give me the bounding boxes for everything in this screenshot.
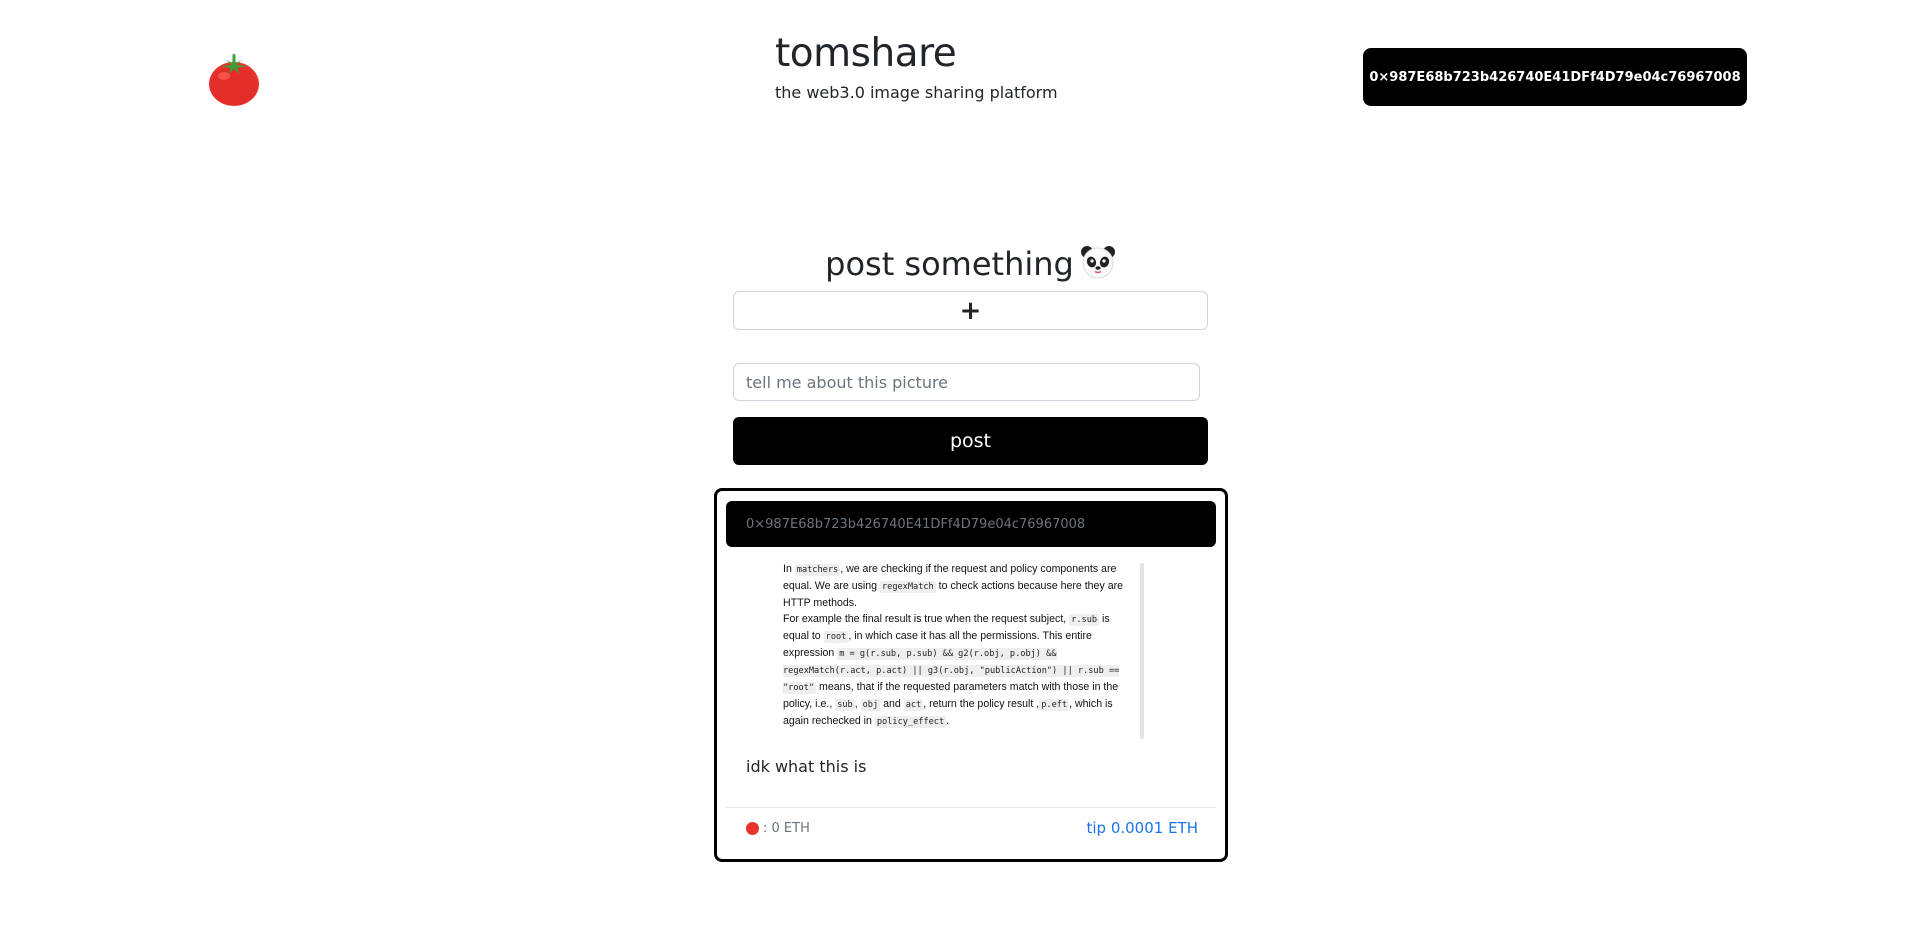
tips-total-value: : 0 ETH — [763, 821, 810, 836]
tomato-logo-icon — [206, 48, 262, 108]
wallet-address-button[interactable]: 0×987E68b723b426740E41DFf4D79e04c7696700… — [1363, 48, 1747, 106]
post-image: In matchers, we are checking if the requ… — [771, 561, 1166, 739]
post-heading: post something — [733, 240, 1208, 288]
card-divider — [726, 807, 1216, 808]
site-title: tomshare — [775, 31, 957, 76]
image-paragraph-1: In matchers, we are checking if the requ… — [783, 563, 1124, 609]
image-scrollbar — [1140, 563, 1144, 739]
tip-button[interactable]: tip 0.0001 ETH — [1086, 819, 1198, 837]
post-author-address[interactable]: 0×987E68b723b426740E41DFf4D79e04c7696700… — [726, 501, 1216, 547]
panda-icon — [1080, 244, 1116, 280]
tips-total: : 0 ETH — [746, 821, 810, 836]
site-subtitle: the web3.0 image sharing platform — [775, 83, 1058, 102]
post-button[interactable]: post — [733, 417, 1208, 465]
brand: tomshare the web3.0 image sharing platfo… — [775, 30, 1058, 104]
caption-input[interactable] — [733, 363, 1200, 401]
post-heading-text: post something — [825, 245, 1074, 283]
tomato-icon — [746, 822, 759, 835]
image-paragraph-2: For example the final result is true whe… — [783, 613, 1120, 728]
post-card: 0×987E68b723b426740E41DFf4D79e04c7696700… — [714, 488, 1228, 862]
post-image-document: In matchers, we are checking if the requ… — [783, 561, 1138, 730]
add-image-button[interactable]: + — [733, 291, 1208, 330]
post-caption: idk what this is — [746, 757, 867, 776]
